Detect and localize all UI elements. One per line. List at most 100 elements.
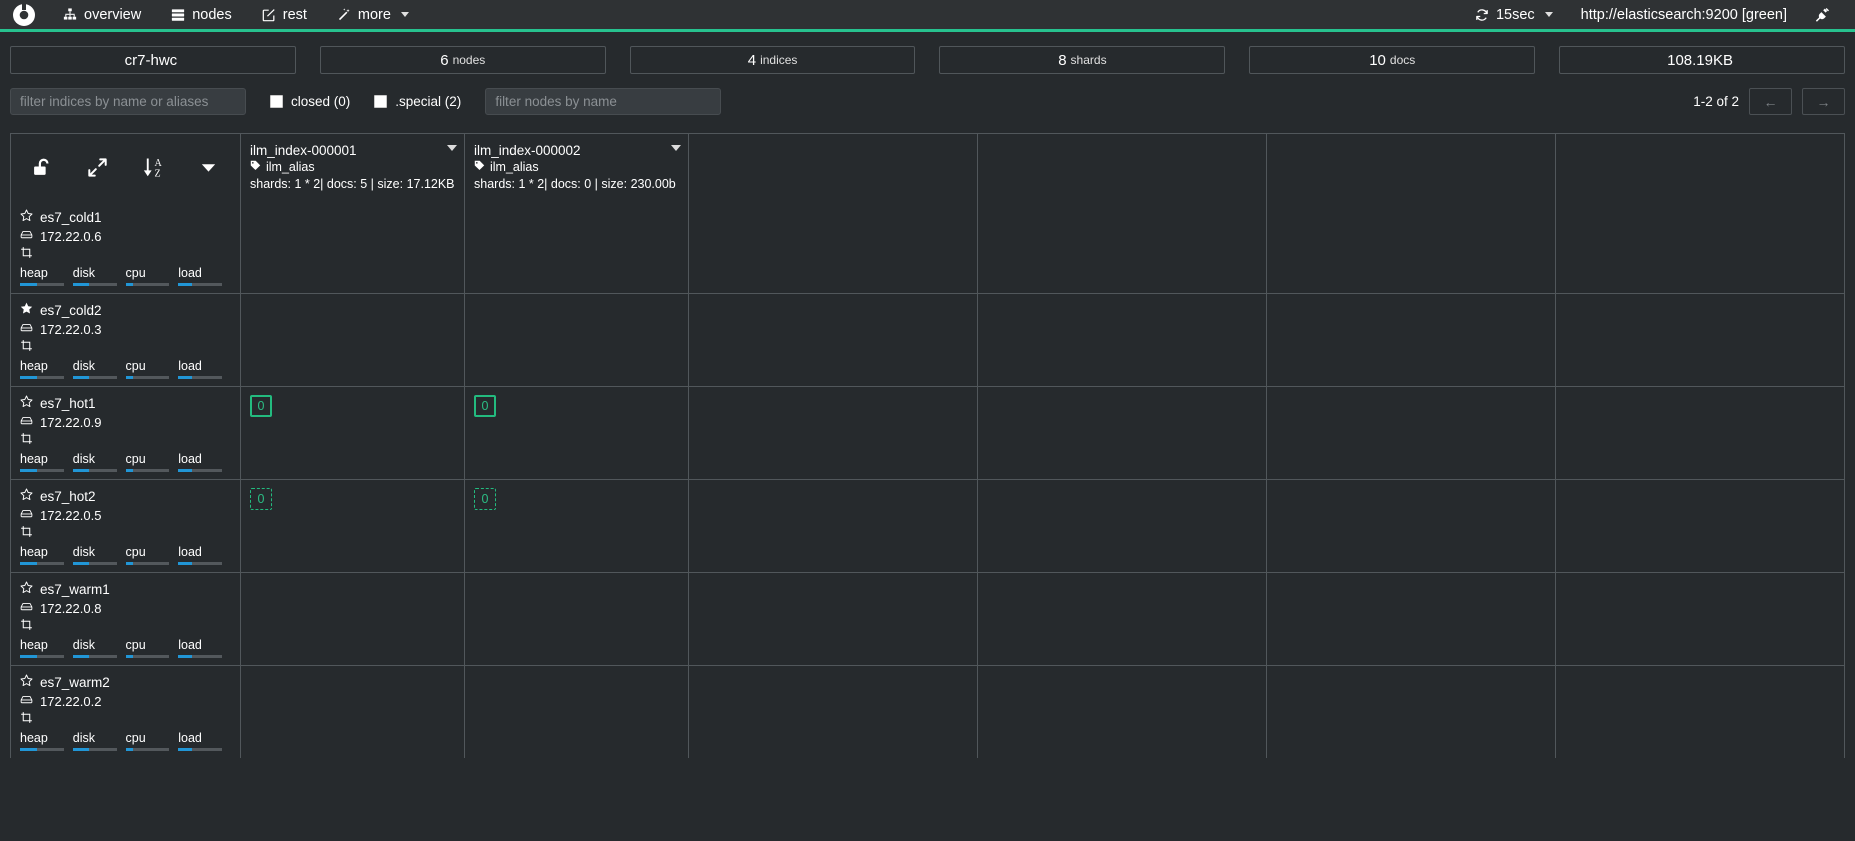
- metric-label: disk: [73, 359, 126, 374]
- metric-heap[interactable]: heap: [20, 452, 73, 472]
- metric-track: [73, 655, 117, 658]
- shard-allocation-table: A Z ilm_index-000001 ilm_alias: [10, 133, 1845, 758]
- node-role-icon: [20, 711, 33, 729]
- metric-track: [20, 376, 64, 379]
- stat-cluster-name: cr7-hwc: [10, 46, 296, 74]
- empty-column: [689, 387, 978, 479]
- prev-page-button[interactable]: ←: [1749, 88, 1792, 115]
- metric-cpu[interactable]: cpu: [126, 266, 179, 286]
- metric-cpu[interactable]: cpu: [126, 731, 179, 751]
- metric-track: [126, 283, 170, 286]
- node-roles: [20, 526, 231, 542]
- shard-cell: [241, 666, 465, 758]
- checkbox-box[interactable]: [374, 95, 387, 108]
- metric-disk[interactable]: disk: [73, 545, 126, 565]
- metric-load[interactable]: load: [178, 452, 231, 472]
- metric-cpu[interactable]: cpu: [126, 638, 179, 658]
- empty-column: [1267, 387, 1556, 479]
- metric-heap[interactable]: heap: [20, 359, 73, 379]
- metric-fill: [73, 562, 90, 565]
- metric-label: cpu: [126, 359, 179, 374]
- metric-cpu[interactable]: cpu: [126, 452, 179, 472]
- metric-heap[interactable]: heap: [20, 266, 73, 286]
- metric-heap[interactable]: heap: [20, 731, 73, 751]
- metric-cpu[interactable]: cpu: [126, 359, 179, 379]
- metric-fill: [178, 376, 192, 379]
- node-role-icon: [20, 432, 33, 450]
- metric-heap[interactable]: heap: [20, 638, 73, 658]
- server-icon: [20, 693, 33, 710]
- star-outline-icon[interactable]: [20, 581, 33, 598]
- special-indices-checkbox[interactable]: .special (2): [374, 94, 461, 109]
- star-outline-icon[interactable]: [20, 209, 33, 226]
- shard-badge-replica[interactable]: 0: [250, 488, 272, 510]
- table-row: es7_hot2172.22.0.5heapdiskcpuload00: [11, 479, 1844, 572]
- star-outline-icon[interactable]: [20, 488, 33, 505]
- stat-value: 6: [440, 52, 448, 69]
- checkbox-box[interactable]: [270, 95, 283, 108]
- metric-track: [73, 748, 117, 751]
- node-cell: es7_warm1172.22.0.8heapdiskcpuload: [11, 573, 241, 665]
- node-ip: 172.22.0.9: [40, 415, 101, 431]
- node-filter-input[interactable]: [485, 88, 721, 115]
- node-ip: 172.22.0.2: [40, 694, 101, 710]
- sort-az-icon[interactable]: A Z: [126, 140, 181, 196]
- master-star-filled-icon[interactable]: [20, 302, 33, 319]
- metric-disk[interactable]: disk: [73, 452, 126, 472]
- star-outline-icon[interactable]: [20, 674, 33, 691]
- unlock-icon[interactable]: [15, 140, 70, 196]
- table-row: es7_warm1172.22.0.8heapdiskcpuload: [11, 572, 1844, 665]
- shard-badge-primary[interactable]: 0: [250, 395, 272, 417]
- stat-unit: nodes: [453, 53, 486, 67]
- shard-cell: 0: [465, 387, 689, 479]
- closed-indices-checkbox[interactable]: closed (0): [270, 94, 350, 109]
- next-page-button[interactable]: →: [1802, 88, 1845, 115]
- node-roles: [20, 433, 231, 449]
- metric-disk[interactable]: disk: [73, 731, 126, 751]
- index-menu-caret-icon[interactable]: [447, 145, 457, 151]
- table-header-row: A Z ilm_index-000001 ilm_alias: [11, 134, 1844, 201]
- nav-item-more[interactable]: more: [322, 0, 424, 29]
- stat-size: 108.19KB: [1559, 46, 1845, 74]
- metric-load[interactable]: load: [178, 266, 231, 286]
- nav-label-nodes: nodes: [192, 7, 232, 23]
- plug-icon: [1815, 7, 1831, 23]
- stat-shards: 8 shards: [939, 46, 1225, 74]
- metric-cpu[interactable]: cpu: [126, 545, 179, 565]
- index-menu-caret-icon[interactable]: [671, 145, 681, 151]
- filter-caret-icon[interactable]: [181, 140, 236, 196]
- node-name-line: es7_hot1: [20, 395, 231, 412]
- nav-item-overview[interactable]: overview: [48, 0, 156, 29]
- metric-load[interactable]: load: [178, 638, 231, 658]
- index-filter-input[interactable]: [10, 88, 246, 115]
- metric-load[interactable]: load: [178, 545, 231, 565]
- metric-fill: [178, 655, 192, 658]
- empty-column: [1267, 666, 1556, 758]
- metric-disk[interactable]: disk: [73, 638, 126, 658]
- expand-arrows-icon[interactable]: [70, 140, 125, 196]
- metric-track: [126, 562, 170, 565]
- cluster-url[interactable]: http://elasticsearch:9200 [green]: [1567, 0, 1801, 29]
- metric-label: heap: [20, 266, 73, 281]
- disconnect-button[interactable]: [1801, 0, 1845, 29]
- index-alias-label: ilm_alias: [266, 159, 315, 176]
- refresh-interval-dropdown[interactable]: 15sec: [1461, 0, 1567, 29]
- shard-cell: [241, 573, 465, 665]
- nav-item-nodes[interactable]: nodes: [156, 0, 247, 29]
- nav-item-rest[interactable]: rest: [247, 0, 322, 29]
- tag-icon: [250, 159, 261, 176]
- node-ip-line: 172.22.0.2: [20, 693, 231, 710]
- cerebro-logo-icon[interactable]: [0, 0, 48, 31]
- shard-badge-replica[interactable]: 0: [474, 488, 496, 510]
- node-ip: 172.22.0.5: [40, 508, 101, 524]
- star-outline-icon[interactable]: [20, 395, 33, 412]
- stat-nodes: 6 nodes: [320, 46, 606, 74]
- index-alias: ilm_alias: [474, 159, 679, 176]
- metric-load[interactable]: load: [178, 359, 231, 379]
- metric-disk[interactable]: disk: [73, 359, 126, 379]
- pagination: 1-2 of 2 ← →: [1693, 88, 1845, 115]
- shard-badge-primary[interactable]: 0: [474, 395, 496, 417]
- metric-disk[interactable]: disk: [73, 266, 126, 286]
- metric-load[interactable]: load: [178, 731, 231, 751]
- metric-heap[interactable]: heap: [20, 545, 73, 565]
